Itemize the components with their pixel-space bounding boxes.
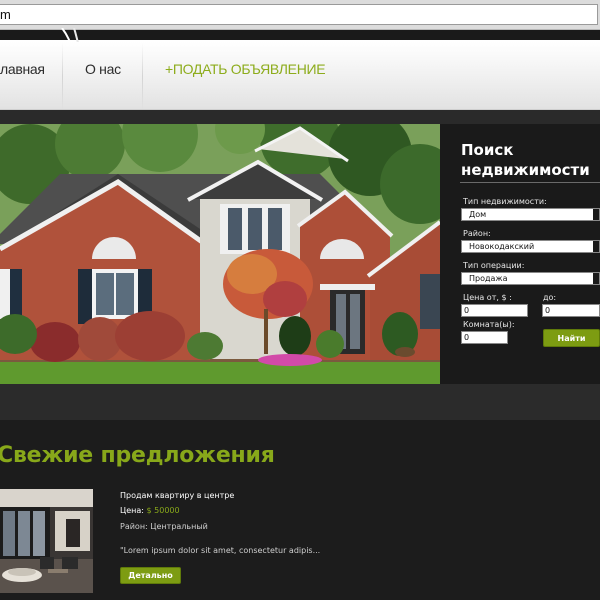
- hero-image: [0, 124, 440, 384]
- main-nav: лавная О нас +ПОДАТЬ ОБЪЯВЛЕНИЕ: [0, 42, 600, 110]
- dropdown-arrow-icon: [593, 209, 599, 220]
- district-label: Район:: [463, 229, 491, 238]
- apartment-photo: [0, 489, 93, 593]
- property-type-select[interactable]: Дом: [461, 208, 600, 221]
- listing-excerpt: "Lorem ipsum dolor sit amet, consectetur…: [120, 546, 321, 555]
- section-title: Свежие предложения: [0, 443, 275, 468]
- nav-divider: [62, 42, 63, 110]
- property-type-value: Дом: [469, 210, 487, 219]
- search-title-line1: Поиск: [461, 141, 514, 159]
- price-label: Цена:: [120, 506, 144, 515]
- search-title: Поиск недвижимости: [461, 140, 600, 180]
- operation-type-label: Тип операции:: [463, 261, 525, 270]
- operation-type-select[interactable]: Продажа: [461, 272, 600, 285]
- price-to-label: до:: [543, 293, 557, 302]
- header-gap: [0, 110, 600, 124]
- dropdown-arrow-icon: [593, 241, 599, 252]
- price-value: $ 50000: [146, 506, 180, 515]
- rooms-label: Комната(ы):: [463, 320, 515, 329]
- fresh-offers-section: Свежие предложения Продам квартиру в цен…: [0, 420, 600, 600]
- listing-price: Цена: $ 50000: [120, 506, 180, 515]
- nav-item-about[interactable]: О нас: [85, 61, 121, 77]
- address-bar[interactable]: m: [0, 4, 598, 25]
- search-divider: [460, 182, 600, 183]
- district-select[interactable]: Новокодакский: [461, 240, 600, 253]
- header-dark-strip: [0, 30, 600, 40]
- nav-divider: [142, 42, 143, 110]
- browser-toolbar: m: [0, 0, 600, 30]
- dropdown-arrow-icon: [593, 273, 599, 284]
- listing-thumbnail[interactable]: [0, 489, 93, 593]
- property-type-label: Тип недвижимости:: [463, 197, 547, 206]
- nav-item-home[interactable]: лавная: [0, 61, 45, 77]
- details-button[interactable]: Детально: [120, 567, 181, 584]
- rooms-input[interactable]: 0: [461, 331, 508, 344]
- content-separator: [0, 384, 600, 420]
- operation-type-value: Продажа: [469, 274, 508, 283]
- listing-title[interactable]: Продам квартиру в центре: [120, 491, 234, 500]
- price-from-label: Цена от, $ :: [463, 293, 512, 302]
- house-photo: [0, 124, 440, 384]
- search-title-line2: недвижимости: [461, 161, 590, 179]
- price-from-input[interactable]: 0: [461, 304, 528, 317]
- price-to-input[interactable]: 0: [542, 304, 600, 317]
- district-value: Новокодакский: [469, 242, 535, 251]
- search-submit-button[interactable]: Найти: [543, 329, 600, 347]
- nav-item-post-ad[interactable]: +ПОДАТЬ ОБЪЯВЛЕНИЕ: [165, 61, 326, 77]
- property-search-panel: Поиск недвижимости Тип недвижимости: Дом…: [440, 124, 600, 384]
- listing-district: Район: Центральный: [120, 522, 208, 531]
